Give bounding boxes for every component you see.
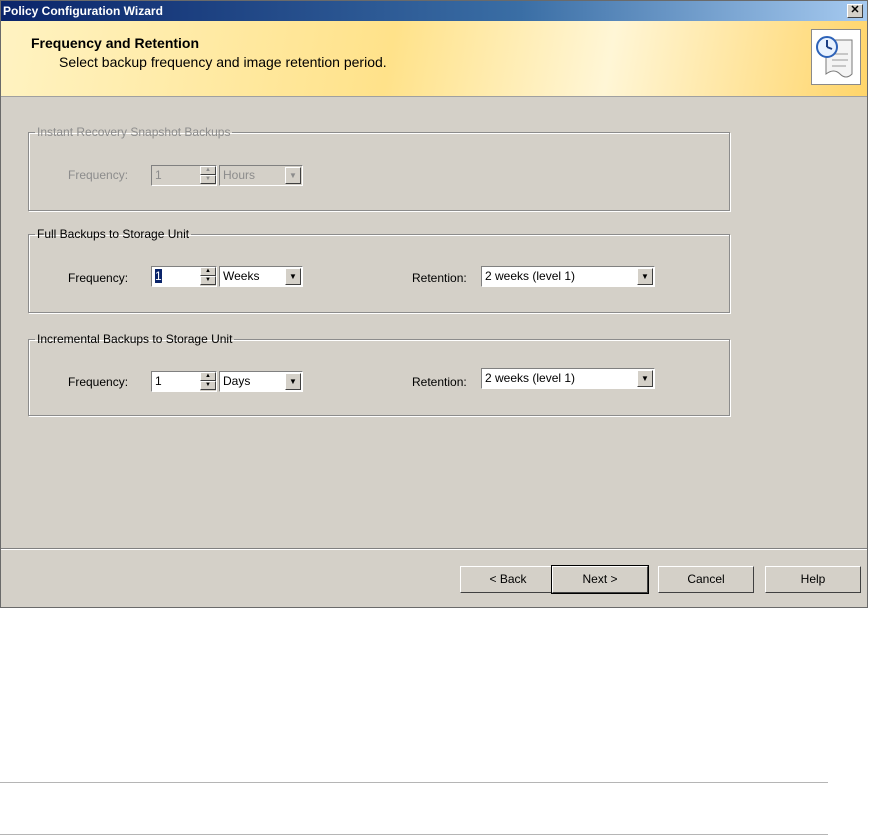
instant-recovery-legend: Instant Recovery Snapshot Backups <box>37 125 231 139</box>
full-retention-value: 2 weeks (level 1) <box>485 269 576 283</box>
instant-recovery-group: Instant Recovery Snapshot Backups <box>28 125 730 211</box>
dropdown-arrow-icon[interactable]: ▼ <box>637 268 653 285</box>
full-frequency-label: Frequency: <box>68 271 129 285</box>
incremental-retention-label: Retention: <box>412 375 467 389</box>
full-unit-select[interactable]: Weeks ▼ <box>219 266 303 287</box>
full-unit-value: Weeks <box>223 269 260 283</box>
incremental-frequency-value[interactable]: 1 <box>155 374 162 388</box>
wizard-window: Policy Configuration Wizard ✕ Frequency … <box>0 0 868 608</box>
policy-clock-document-icon <box>811 29 861 85</box>
instant-unit-select[interactable]: Hours ▼ <box>219 165 303 186</box>
incremental-backups-legend: Incremental Backups to Storage Unit <box>37 332 233 346</box>
spin-down-icon[interactable]: ▼ <box>200 381 216 390</box>
title-bar: Policy Configuration Wizard ✕ <box>1 1 867 21</box>
full-frequency-arrows[interactable]: ▲ ▼ <box>200 267 216 286</box>
wizard-header: Frequency and Retention Select backup fr… <box>1 21 867 97</box>
incremental-frequency-spinner[interactable]: 1 ▲ ▼ <box>151 371 217 392</box>
spin-down-icon[interactable]: ▼ <box>200 276 216 285</box>
dropdown-arrow-icon[interactable]: ▼ <box>285 268 301 285</box>
spin-up-icon[interactable]: ▲ <box>200 166 216 175</box>
dropdown-arrow-icon[interactable]: ▼ <box>285 373 301 390</box>
spin-up-icon[interactable]: ▲ <box>200 372 216 381</box>
incremental-frequency-arrows[interactable]: ▲ ▼ <box>200 372 216 391</box>
instant-frequency-label: Frequency: <box>68 168 129 182</box>
incremental-unit-value: Days <box>223 374 251 388</box>
back-button[interactable]: < Back <box>460 566 556 593</box>
instant-unit-value: Hours <box>223 168 256 182</box>
full-frequency-spinner[interactable]: 1 ▲ ▼ <box>151 266 217 287</box>
dropdown-arrow-icon[interactable]: ▼ <box>637 370 653 387</box>
incremental-retention-select[interactable]: 2 weeks (level 1) ▼ <box>481 368 655 389</box>
dropdown-arrow-icon[interactable]: ▼ <box>285 167 301 184</box>
window-title: Policy Configuration Wizard <box>3 4 163 18</box>
full-backups-legend: Full Backups to Storage Unit <box>37 227 190 241</box>
full-retention-select[interactable]: 2 weeks (level 1) ▼ <box>481 266 655 287</box>
instant-frequency-arrows[interactable]: ▲ ▼ <box>200 166 216 185</box>
incremental-retention-value: 2 weeks (level 1) <box>485 371 576 385</box>
incremental-frequency-label: Frequency: <box>68 375 129 389</box>
spin-down-icon[interactable]: ▼ <box>200 175 216 184</box>
full-retention-label: Retention: <box>412 271 467 285</box>
page-divider-top <box>0 782 828 783</box>
button-bar-divider <box>1 548 867 550</box>
page-title: Frequency and Retention <box>31 35 200 51</box>
cancel-button[interactable]: Cancel <box>658 566 754 593</box>
close-button[interactable]: ✕ <box>847 4 863 18</box>
spin-up-icon[interactable]: ▲ <box>200 267 216 276</box>
help-button[interactable]: Help <box>765 566 861 593</box>
incremental-unit-select[interactable]: Days ▼ <box>219 371 303 392</box>
page-divider-bottom <box>0 834 828 835</box>
next-button[interactable]: Next > <box>551 565 649 594</box>
instant-frequency-spinner[interactable]: 1 ▲ ▼ <box>151 165 217 186</box>
full-frequency-value[interactable]: 1 <box>155 269 162 283</box>
page-subtitle: Select backup frequency and image retent… <box>59 54 387 70</box>
instant-frequency-value: 1 <box>155 168 162 182</box>
